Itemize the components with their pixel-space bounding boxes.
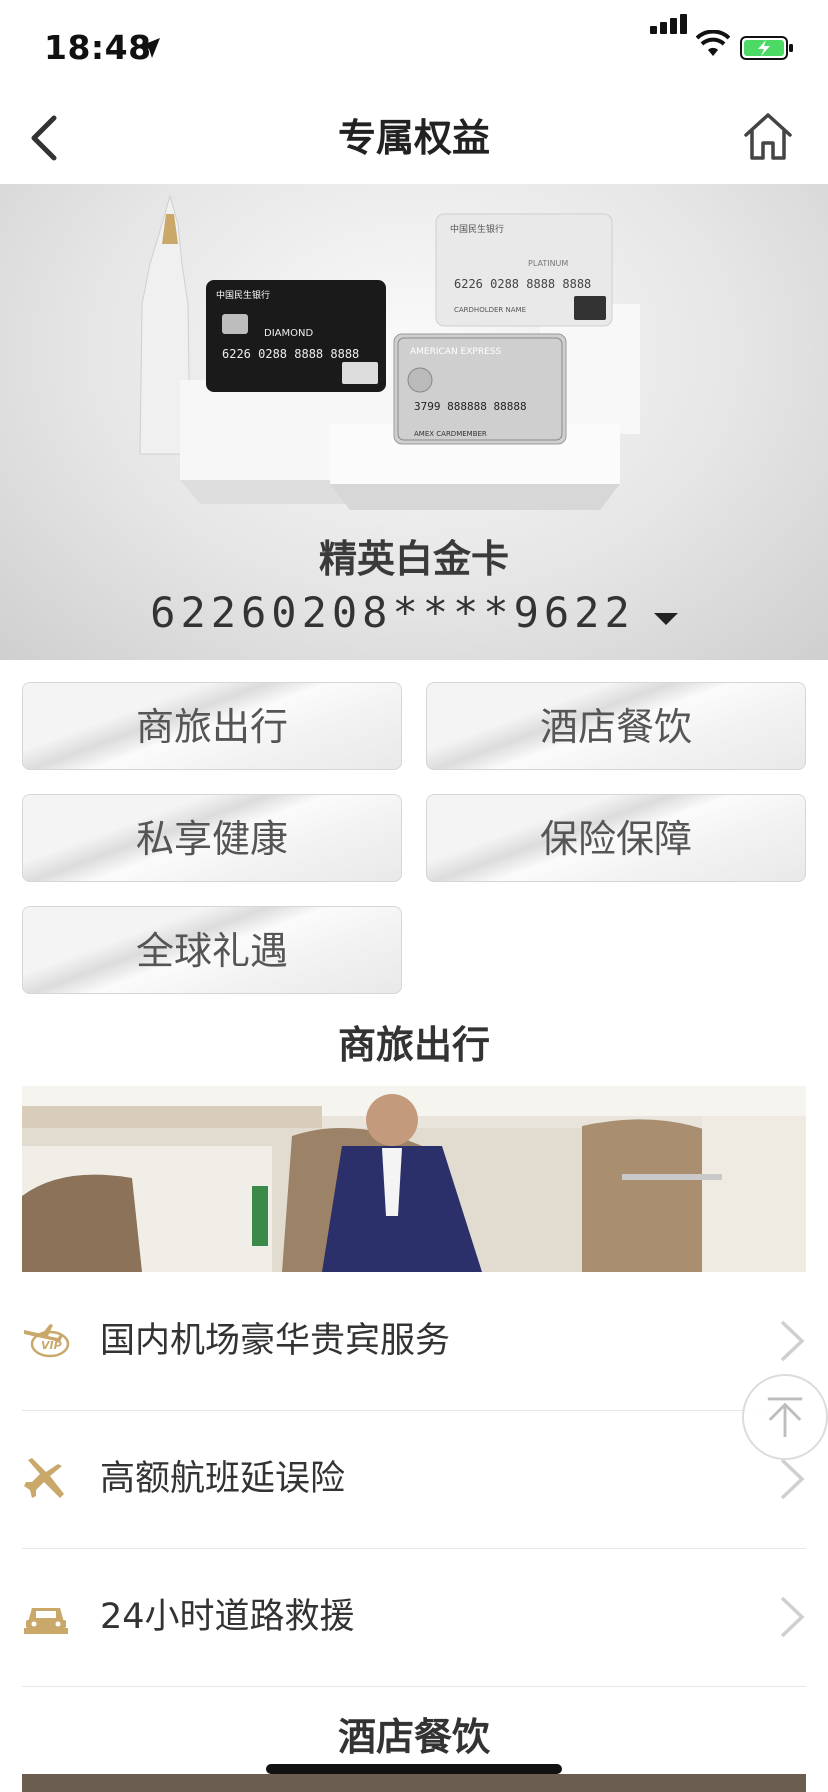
page-title: 专属权益 bbox=[337, 116, 490, 160]
category-business-travel[interactable]: 商旅出行 bbox=[22, 682, 402, 770]
category-private-health[interactable]: 私享健康 bbox=[22, 794, 402, 882]
svg-text:CARDHOLDER NAME: CARDHOLDER NAME bbox=[454, 306, 526, 314]
card-number: 62260208****9622 bbox=[150, 588, 635, 637]
navigation-bar: 专属权益 bbox=[0, 96, 828, 184]
hotel-dining-photo bbox=[22, 1774, 806, 1792]
service-label: 24小时道路救援 bbox=[100, 1597, 355, 1637]
chevron-right-icon bbox=[780, 1596, 805, 1638]
svg-text:DIAMOND: DIAMOND bbox=[264, 328, 313, 339]
service-item-roadside-assistance[interactable]: 24小时道路救援 bbox=[22, 1548, 806, 1686]
credit-cards-illustration: 中国民生银行 DIAMOND 6226 0288 8888 8888 中国民生银… bbox=[139, 194, 640, 510]
plane-icon bbox=[24, 1458, 64, 1498]
wifi-icon bbox=[696, 30, 730, 56]
airport-lounge-photo bbox=[22, 1086, 806, 1272]
location-arrow-icon bbox=[140, 38, 160, 58]
svg-text:PLATINUM: PLATINUM bbox=[528, 259, 568, 268]
section-title-business-travel: 商旅出行 bbox=[337, 1023, 490, 1067]
home-indicator[interactable] bbox=[266, 1764, 562, 1774]
category-insurance[interactable]: 保险保障 bbox=[426, 794, 806, 882]
svg-text:AMEX CARDMEMBER: AMEX CARDMEMBER bbox=[414, 430, 487, 438]
section-title-hotel-dining: 酒店餐饮 bbox=[337, 1715, 490, 1759]
card-name: 精英白金卡 bbox=[318, 537, 509, 581]
svg-text:中国民生银行: 中国民生银行 bbox=[450, 223, 504, 235]
svg-text:3799 888888 88888: 3799 888888 88888 bbox=[414, 400, 527, 413]
service-item-airport-vip[interactable]: VIP 国内机场豪华贵宾服务 bbox=[22, 1272, 806, 1410]
svg-text:中国民生银行: 中国民生银行 bbox=[216, 289, 270, 301]
vip-plane-icon: VIP bbox=[24, 1324, 70, 1358]
service-item-flight-delay-insurance[interactable]: 高额航班延误险 bbox=[22, 1410, 806, 1548]
service-label: 高额航班延误险 bbox=[100, 1459, 346, 1499]
category-hotel-dining[interactable]: 酒店餐饮 bbox=[426, 682, 806, 770]
status-time: 18:48 bbox=[44, 28, 152, 67]
car-icon bbox=[24, 1608, 68, 1634]
chevron-right-icon bbox=[780, 1458, 805, 1500]
caret-down-icon bbox=[653, 612, 678, 625]
chevron-right-icon bbox=[780, 1320, 805, 1362]
battery-charging-icon bbox=[740, 36, 793, 60]
svg-text:6226 0288 8888 8888: 6226 0288 8888 8888 bbox=[454, 277, 591, 291]
back-to-top-icon[interactable] bbox=[742, 1374, 828, 1460]
home-icon[interactable] bbox=[740, 108, 796, 164]
svg-text:AMERICAN EXPRESS: AMERICAN EXPRESS bbox=[410, 347, 501, 357]
category-global-privileges[interactable]: 全球礼遇 bbox=[22, 906, 402, 994]
card-hero-banner: 中国民生银行 DIAMOND 6226 0288 8888 8888 中国民生银… bbox=[0, 184, 828, 660]
service-label: 国内机场豪华贵宾服务 bbox=[100, 1321, 451, 1361]
list-divider bbox=[22, 1686, 806, 1687]
status-bar: 18:48 bbox=[0, 0, 828, 96]
card-selector[interactable]: 62260208****9622 bbox=[0, 588, 828, 637]
svg-text:6226 0288 8888 8888: 6226 0288 8888 8888 bbox=[222, 347, 359, 361]
